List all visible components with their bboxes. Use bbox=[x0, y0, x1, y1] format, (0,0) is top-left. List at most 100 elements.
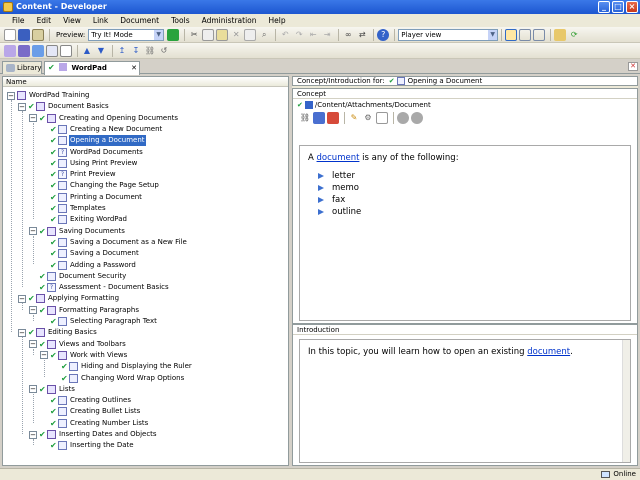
tree-node[interactable]: ✔ Document Security bbox=[29, 271, 127, 282]
section-icon[interactable] bbox=[18, 44, 30, 57]
collapse-icon[interactable]: − bbox=[7, 91, 15, 100]
tree-node[interactable]: ✔ Hiding and Displaying the Ruler bbox=[51, 361, 193, 372]
tree-node[interactable]: − ✔ Lists bbox=[29, 384, 76, 395]
tree-node[interactable]: ✔ Inserting the Date bbox=[40, 440, 135, 451]
collapse-icon[interactable]: − bbox=[18, 294, 26, 303]
tab-wordpad-training[interactable]: ✔ WordPad Training ✕ bbox=[44, 61, 140, 84]
tree-node[interactable]: − ✔ Inserting Dates and Objects bbox=[29, 429, 158, 440]
menu-view[interactable]: View bbox=[57, 14, 87, 27]
collapse-icon[interactable]: − bbox=[40, 351, 48, 360]
undo-icon[interactable]: ↶ bbox=[279, 29, 291, 41]
preview-icon[interactable] bbox=[376, 112, 388, 124]
tree-node[interactable]: ✔? Assessment - Document Basics bbox=[29, 282, 170, 293]
properties-icon[interactable] bbox=[244, 28, 257, 41]
close-pane-icon[interactable]: ✕ bbox=[628, 62, 638, 71]
tree-node[interactable]: ✔ Printing a Document bbox=[40, 192, 143, 203]
question-icon[interactable] bbox=[60, 44, 72, 57]
collapse-icon[interactable]: − bbox=[29, 227, 37, 236]
link-icon[interactable]: ⛓ bbox=[299, 112, 311, 124]
find-icon[interactable]: ⌕ bbox=[258, 29, 270, 41]
collapse-icon[interactable]: − bbox=[29, 430, 37, 439]
tree-node[interactable]: − ✔ Saving Documents bbox=[29, 226, 126, 237]
attach-icon[interactable] bbox=[313, 112, 325, 124]
menu-document[interactable]: Document bbox=[114, 14, 165, 27]
tree-node[interactable]: − ✔ Creating and Opening Documents bbox=[29, 113, 179, 124]
menu-link[interactable]: Link bbox=[87, 14, 114, 27]
tree-node[interactable]: ✔? Print Preview bbox=[40, 169, 117, 180]
demote-icon[interactable]: ↧ bbox=[130, 45, 142, 57]
folder-icon[interactable] bbox=[554, 28, 567, 41]
tree-node[interactable]: − WordPad Training bbox=[7, 90, 90, 101]
collapse-icon[interactable]: − bbox=[29, 385, 37, 394]
edit-icon[interactable]: ✎ bbox=[348, 112, 360, 124]
back-icon[interactable] bbox=[397, 112, 409, 124]
menu-administration[interactable]: Administration bbox=[196, 14, 263, 27]
move-up-icon[interactable]: ▲ bbox=[81, 45, 93, 57]
tree-node[interactable]: ✔ Opening a Document bbox=[40, 135, 146, 147]
tree-node[interactable]: ✔ Creating Number Lists bbox=[40, 418, 149, 429]
binoculars-icon[interactable]: ∞ bbox=[342, 29, 354, 41]
cut-icon[interactable]: ✂ bbox=[188, 29, 200, 41]
move-down-icon[interactable]: ▼ bbox=[95, 45, 107, 57]
link-icon[interactable]: ⛓ bbox=[144, 45, 156, 57]
help-icon[interactable]: ? bbox=[377, 28, 390, 41]
tree-node[interactable]: ✔ Templates bbox=[40, 203, 107, 214]
preview-mode-select[interactable]: Try It! Mode ▼ bbox=[88, 28, 165, 41]
book-icon[interactable] bbox=[4, 44, 16, 57]
tab-library[interactable]: Library bbox=[2, 61, 42, 74]
tree-node[interactable]: − ✔ Editing Basics bbox=[18, 327, 98, 338]
tree-node[interactable]: ✔ Saving a Document bbox=[40, 248, 140, 259]
new-icon[interactable] bbox=[4, 28, 16, 41]
collapse-icon[interactable]: − bbox=[29, 340, 37, 349]
save-icon[interactable] bbox=[18, 28, 30, 41]
remove-attachment-icon[interactable] bbox=[327, 112, 339, 124]
redo-icon[interactable]: ↷ bbox=[293, 29, 305, 41]
collapse-icon[interactable]: − bbox=[29, 306, 37, 315]
collapse-icon[interactable]: − bbox=[18, 328, 26, 337]
replace-icon[interactable]: ⇄ bbox=[356, 29, 368, 41]
play-icon[interactable] bbox=[167, 28, 180, 41]
print-icon[interactable] bbox=[32, 28, 44, 41]
paste-icon[interactable] bbox=[216, 28, 229, 41]
refresh-icon[interactable]: ⟳ bbox=[568, 29, 580, 41]
promote-icon[interactable]: ↥ bbox=[116, 45, 128, 57]
tree-node[interactable]: − ✔ Work with Views bbox=[40, 350, 128, 361]
document-icon[interactable] bbox=[46, 44, 58, 57]
menu-file[interactable]: File bbox=[6, 14, 31, 27]
unlink-icon[interactable]: ↺ bbox=[158, 45, 170, 57]
menu-help[interactable]: Help bbox=[263, 14, 292, 27]
tree-node[interactable]: ✔ Exiting WordPad bbox=[40, 214, 128, 225]
tree-node[interactable]: − ✔ Formatting Paragraphs bbox=[29, 305, 140, 316]
introduction-content[interactable]: In this topic, you will learn how to ope… bbox=[299, 339, 631, 463]
layout-columns-icon[interactable] bbox=[533, 28, 546, 41]
collapse-icon[interactable]: − bbox=[18, 102, 26, 111]
tree-node[interactable]: ✔ Changing Word Wrap Options bbox=[51, 373, 185, 384]
introduction-scrollbar[interactable] bbox=[622, 340, 630, 462]
tree-node[interactable]: ✔ Creating Bullet Lists bbox=[40, 406, 141, 417]
tree-node[interactable]: − ✔ Document Basics bbox=[18, 101, 110, 112]
tree-node[interactable]: − ✔ Views and Toolbars bbox=[29, 339, 127, 350]
close-tab-icon[interactable]: ✕ bbox=[131, 62, 137, 74]
settings-icon[interactable]: ⚙ bbox=[362, 112, 374, 124]
delete-icon[interactable]: ✕ bbox=[230, 29, 242, 41]
tree-node[interactable]: ✔? WordPad Documents bbox=[40, 147, 144, 158]
indent-icon[interactable]: ⇥ bbox=[321, 29, 333, 41]
menu-tools[interactable]: Tools bbox=[165, 14, 195, 27]
collapse-icon[interactable]: − bbox=[29, 114, 37, 123]
copy-icon[interactable] bbox=[202, 28, 215, 41]
topic-icon[interactable] bbox=[32, 44, 44, 57]
concept-content[interactable]: A document is any of the following: lett… bbox=[299, 145, 631, 321]
tree-node[interactable]: ✔ Selecting Paragraph Text bbox=[40, 316, 158, 327]
layout-single-icon[interactable] bbox=[505, 28, 518, 41]
layout-split-icon[interactable] bbox=[519, 28, 532, 41]
minimize-button[interactable]: _ bbox=[598, 1, 610, 13]
tree-node[interactable]: ✔ Creating a New Document bbox=[40, 124, 163, 135]
menu-edit[interactable]: Edit bbox=[31, 14, 58, 27]
name-column-header[interactable]: Name bbox=[3, 77, 288, 87]
tree-node[interactable]: − ✔ Applying Formatting bbox=[18, 293, 120, 304]
tree-node[interactable]: ✔ Changing the Page Setup bbox=[40, 180, 160, 191]
forward-icon[interactable] bbox=[411, 112, 423, 124]
tree-node[interactable]: ✔ Creating Outlines bbox=[40, 395, 132, 406]
tree-node[interactable]: ✔ Adding a Password bbox=[40, 260, 137, 271]
tree-node[interactable]: ✔ Using Print Preview bbox=[40, 158, 138, 169]
